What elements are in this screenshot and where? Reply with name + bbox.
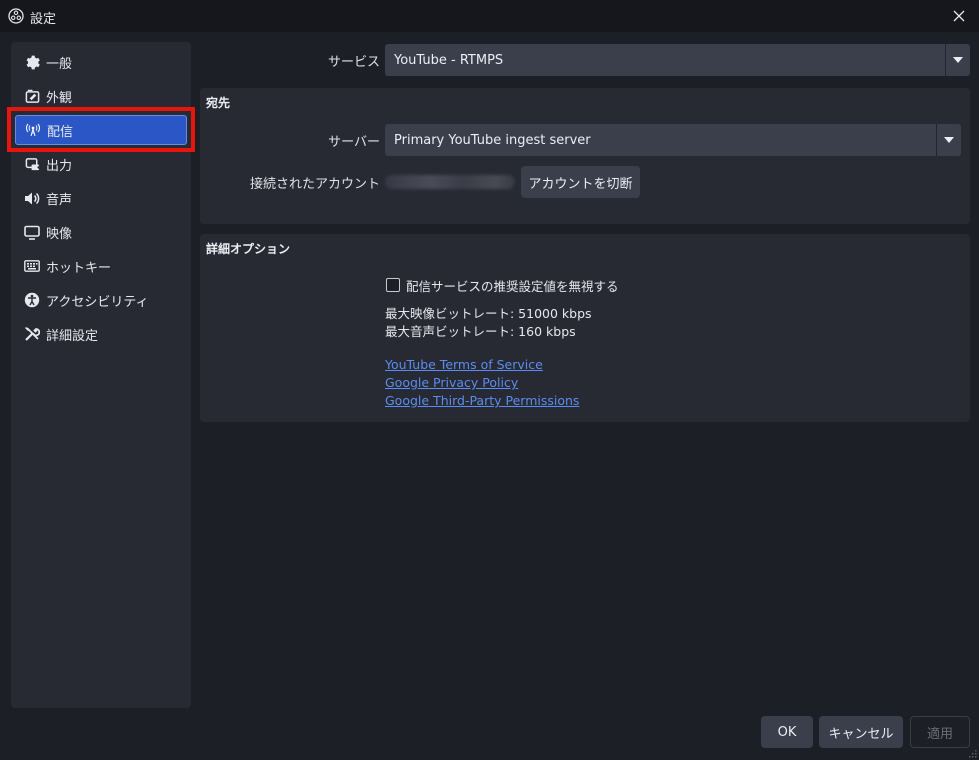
accessibility-icon bbox=[24, 292, 40, 308]
gear-icon bbox=[24, 54, 40, 70]
ok-button[interactable]: OK bbox=[761, 716, 813, 748]
sidebar-item-video[interactable]: 映像 bbox=[15, 217, 187, 247]
sidebar-item-appearance[interactable]: 外観 bbox=[15, 81, 187, 111]
sidebar-item-label: 一般 bbox=[46, 56, 73, 72]
monitor-icon bbox=[24, 224, 40, 240]
disconnect-account-button[interactable]: アカウントを切断 bbox=[521, 166, 640, 198]
advanced-options-title: 詳細オプション bbox=[206, 242, 291, 256]
service-value: YouTube - RTMPS bbox=[394, 52, 504, 68]
apply-button[interactable]: 適用 bbox=[910, 716, 970, 748]
youtube-terms-link[interactable]: YouTube Terms of Service bbox=[385, 357, 543, 372]
sidebar-item-hotkeys[interactable]: ホットキー bbox=[15, 251, 187, 281]
sidebar-item-general[interactable]: 一般 bbox=[15, 47, 187, 77]
sidebar-item-label: 出力 bbox=[46, 158, 73, 174]
server-value: Primary YouTube ingest server bbox=[394, 132, 591, 148]
sidebar-item-label: 音声 bbox=[46, 192, 73, 208]
chevron-down-icon bbox=[936, 124, 961, 156]
server-label: サーバー bbox=[328, 135, 380, 150]
sidebar-item-stream[interactable]: 配信 bbox=[15, 115, 187, 145]
destination-group: 宛先 サーバー Primary YouTube ingest server 接続… bbox=[200, 88, 970, 224]
max-video-bitrate: 最大映像ビットレート: 51000 kbps bbox=[385, 306, 592, 321]
sidebar-item-label: 配信 bbox=[47, 124, 74, 140]
service-label: サービス bbox=[327, 55, 380, 70]
google-third-party-link[interactable]: Google Third-Party Permissions bbox=[385, 393, 579, 408]
sidebar-item-label: アクセシビリティ bbox=[46, 294, 149, 310]
close-icon bbox=[953, 10, 965, 22]
sidebar-item-audio[interactable]: 音声 bbox=[15, 183, 187, 213]
resize-grip-icon[interactable] bbox=[967, 748, 977, 758]
settings-main: 一般 外観 配信 出力 音声 映像 ホットキー アクセシビリティ 詳細設定 サー… bbox=[0, 32, 979, 760]
wrench-icon bbox=[24, 326, 40, 342]
sidebar-item-label: 外観 bbox=[46, 90, 73, 106]
max-audio-bitrate: 最大音声ビットレート: 160 kbps bbox=[385, 324, 576, 339]
sidebar-item-label: 映像 bbox=[46, 226, 73, 242]
destination-title: 宛先 bbox=[206, 96, 231, 110]
advanced-options-group: 詳細オプション 配信サービスの推奨設定値を無視する 最大映像ビットレート: 51… bbox=[200, 234, 970, 422]
sidebar-item-label: ホットキー bbox=[46, 260, 112, 276]
speaker-icon bbox=[24, 190, 40, 206]
broadcast-icon bbox=[25, 122, 41, 138]
sidebar-item-label: 詳細設定 bbox=[46, 328, 99, 344]
window-title: 設定 bbox=[30, 12, 57, 27]
keyboard-icon bbox=[24, 258, 40, 274]
service-select[interactable]: YouTube - RTMPS bbox=[385, 44, 970, 76]
cancel-button[interactable]: キャンセル bbox=[819, 716, 903, 748]
close-button[interactable] bbox=[939, 0, 979, 32]
sidebar: 一般 外観 配信 出力 音声 映像 ホットキー アクセシビリティ 詳細設定 bbox=[11, 42, 191, 708]
appearance-icon bbox=[24, 88, 40, 104]
ignore-recommendations-label[interactable]: 配信サービスの推奨設定値を無視する bbox=[406, 276, 619, 295]
sidebar-item-output[interactable]: 出力 bbox=[15, 149, 187, 179]
connected-account-label: 接続されたアカウント bbox=[249, 177, 380, 192]
account-name-redacted bbox=[385, 175, 515, 189]
obs-logo-icon bbox=[8, 8, 24, 24]
sidebar-item-advanced[interactable]: 詳細設定 bbox=[15, 319, 187, 349]
google-privacy-link[interactable]: Google Privacy Policy bbox=[385, 375, 518, 390]
output-icon bbox=[24, 156, 40, 172]
title-bar: 設定 bbox=[0, 0, 979, 32]
sidebar-item-accessibility[interactable]: アクセシビリティ bbox=[15, 285, 187, 315]
stream-settings-panel: サービス YouTube - RTMPS 宛先 サーバー Primary You… bbox=[200, 32, 970, 712]
server-select[interactable]: Primary YouTube ingest server bbox=[385, 124, 961, 156]
ignore-recommendations-checkbox[interactable] bbox=[386, 278, 400, 292]
chevron-down-icon bbox=[945, 44, 970, 76]
